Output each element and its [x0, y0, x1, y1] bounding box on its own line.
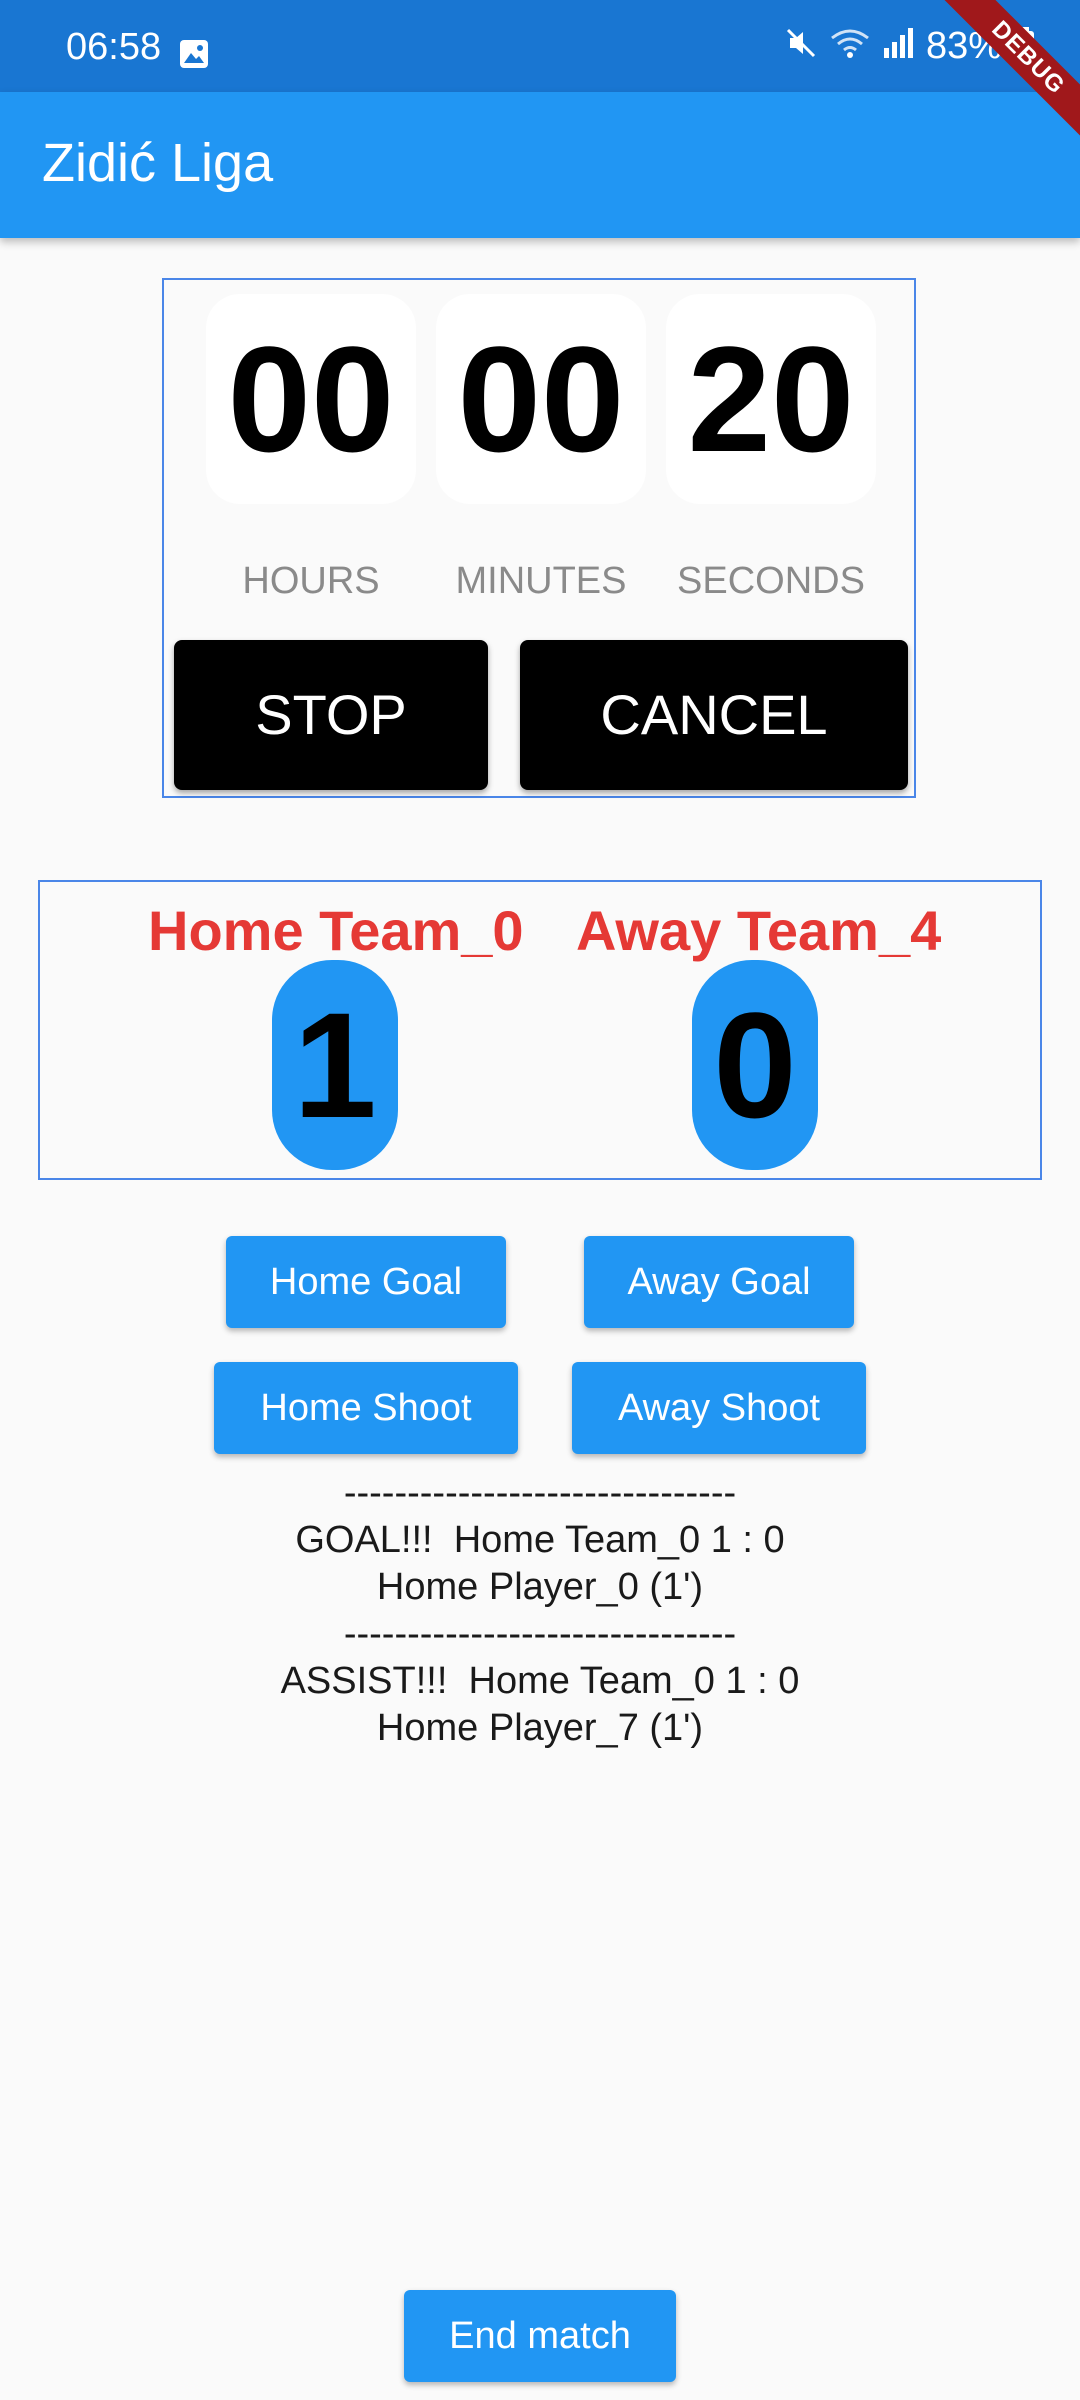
away-team-name: Away Team_4: [576, 899, 942, 962]
end-match-button[interactable]: End match: [404, 2290, 676, 2382]
log-goal-player: Home Player_0 (1'): [376, 1566, 704, 1608]
status-time: 06:58: [66, 26, 162, 68]
signal-icon: [882, 26, 914, 65]
cancel-button[interactable]: CANCEL: [520, 640, 908, 790]
log-separator: -------------------------------: [343, 1613, 737, 1655]
app-title: Zidić Liga: [42, 133, 274, 193]
home-score: 1: [272, 960, 398, 1170]
away-goal-button[interactable]: Away Goal: [584, 1236, 854, 1328]
log-goal-entry: GOAL!!! Home Team_0 1 : 0: [295, 1519, 785, 1561]
away-shoot-button[interactable]: Away Shoot: [572, 1362, 866, 1454]
seconds-value: 20: [666, 294, 876, 504]
away-score: 0: [692, 960, 818, 1170]
match-event-log: ------------------------------- GOAL!!! …: [0, 1470, 1080, 1752]
log-assist-player: Home Player_7 (1'): [376, 1707, 704, 1749]
log-assist-entry: ASSIST!!! Home Team_0 1 : 0: [280, 1660, 800, 1702]
app-bar: Zidić Liga: [0, 92, 1080, 238]
hours-value: 00: [206, 294, 416, 504]
home-goal-button[interactable]: Home Goal: [226, 1236, 506, 1328]
gallery-icon: [178, 38, 210, 70]
home-shoot-button[interactable]: Home Shoot: [214, 1362, 518, 1454]
mute-icon: [784, 26, 818, 65]
seconds-label: SECONDS: [677, 560, 865, 602]
log-separator: -------------------------------: [343, 1472, 737, 1514]
countdown-timer: 00 00 20 HOURS MINUTES SECONDS STOP CANC…: [162, 278, 916, 798]
wifi-icon: [830, 26, 870, 65]
debug-banner-label: DEBUG: [923, 0, 1080, 160]
debug-banner: DEBUG: [920, 0, 1080, 160]
hours-label: HOURS: [242, 560, 380, 602]
home-team-name: Home Team_0: [148, 899, 524, 962]
status-bar: 06:58 83%: [0, 0, 1080, 92]
scoreboard: Home Team_0 Away Team_4 1 0: [38, 880, 1042, 1180]
stop-button[interactable]: STOP: [174, 640, 488, 790]
minutes-label: MINUTES: [455, 560, 627, 602]
minutes-value: 00: [436, 294, 646, 504]
